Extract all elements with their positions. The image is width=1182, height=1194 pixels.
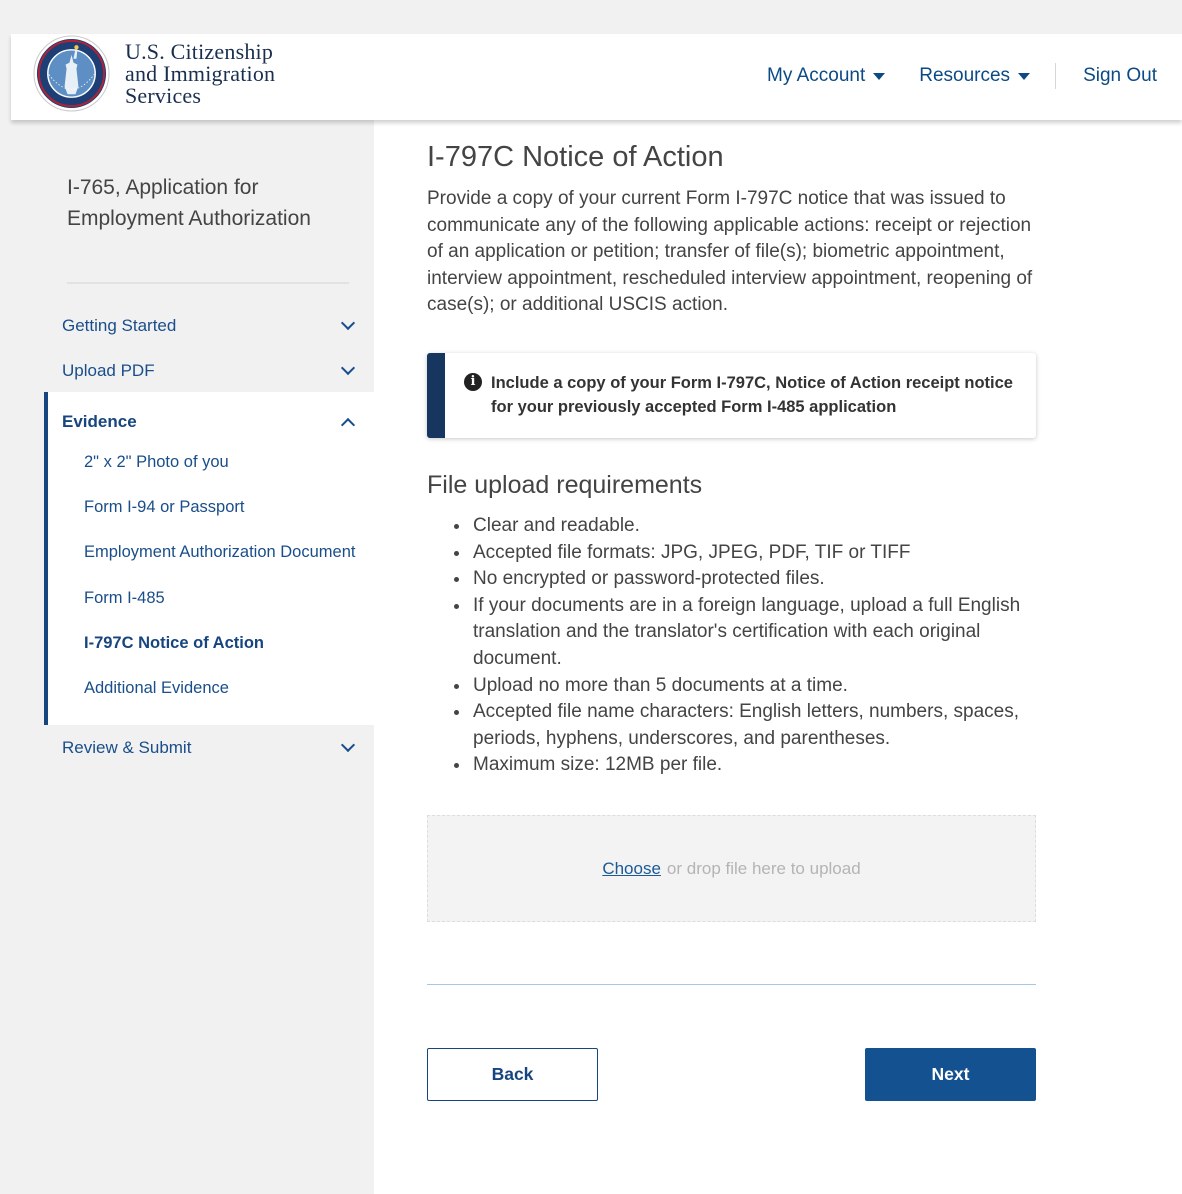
file-dropzone[interactable]: Choose or drop file here to upload xyxy=(427,815,1036,922)
app-frame: U.S. Citizenship and Immigration Service… xyxy=(11,34,1182,1194)
resources-label: Resources xyxy=(919,65,1011,86)
alert-text: Include a copy of your Form I-797C, Noti… xyxy=(491,374,1013,416)
sidebar-subitem-photo[interactable]: 2" x 2" Photo of you xyxy=(84,453,229,472)
sidebar-item-label: Review & Submit xyxy=(62,738,192,757)
list-item: Accepted file formats: JPG, JPEG, PDF, T… xyxy=(471,540,1027,567)
list-item: Maximum size: 12MB per file. xyxy=(471,752,1027,779)
back-button[interactable]: Back xyxy=(427,1048,598,1101)
agency-name-line-1: U.S. Citizenship xyxy=(125,39,274,64)
intro-text: Provide a copy of your current Form I-79… xyxy=(427,188,1033,315)
info-icon: i xyxy=(464,373,482,391)
sidebar-divider xyxy=(67,282,349,284)
sidebar-item-label: Upload PDF xyxy=(62,361,155,380)
requirements-list: Clear and readable. Accepted file format… xyxy=(447,513,1027,779)
sidebar-subitem-ead[interactable]: Employment Authorization Document xyxy=(84,543,355,562)
sign-out-link[interactable]: Sign Out xyxy=(1083,65,1157,87)
sidebar-item-upload-pdf[interactable]: Upload PDF xyxy=(62,358,357,384)
agency-name-line-2: and Immigration xyxy=(125,61,276,86)
chevron-down-icon xyxy=(340,315,356,331)
top-nav: My Account Resources Sign Out xyxy=(767,63,1157,89)
form-title: I-765, Application for Employment Author… xyxy=(67,176,311,230)
sidebar-subitem-additional-evidence[interactable]: Additional Evidence xyxy=(84,679,229,698)
next-button[interactable]: Next xyxy=(865,1048,1036,1101)
list-item: If your documents are in a foreign langu… xyxy=(471,593,1027,673)
choose-file-link[interactable]: Choose xyxy=(602,859,661,879)
content-divider xyxy=(427,984,1036,985)
list-item: No encrypted or password-protected files… xyxy=(471,566,1027,593)
chevron-up-icon xyxy=(340,417,356,433)
chevron-down-icon xyxy=(340,360,356,376)
sidebar-section-evidence: Evidence 2" x 2" Photo of you Form I-94 … xyxy=(44,392,374,725)
caret-down-icon xyxy=(1018,72,1031,80)
agency-wordmark[interactable]: U.S. Citizenship and Immigration Service… xyxy=(125,41,275,107)
sidebar: I-765, Application for Employment Author… xyxy=(11,120,374,1194)
my-account-label: My Account xyxy=(767,65,866,86)
page-title: I-797C Notice of Action xyxy=(427,141,724,173)
sidebar-subitem-i485[interactable]: Form I-485 xyxy=(84,589,165,608)
resources-menu[interactable]: Resources xyxy=(919,65,1031,87)
sidebar-item-label: Getting Started xyxy=(62,316,177,335)
info-alert: i Include a copy of your Form I-797C, No… xyxy=(427,353,1036,438)
sidebar-subitem-i797c[interactable]: I-797C Notice of Action xyxy=(84,634,264,653)
list-item: Clear and readable. xyxy=(471,513,1027,540)
site-header: U.S. Citizenship and Immigration Service… xyxy=(11,34,1182,120)
sidebar-item-evidence[interactable]: Evidence xyxy=(62,409,357,435)
sidebar-item-review-submit[interactable]: Review & Submit xyxy=(62,735,357,761)
dropzone-hint: or drop file here to upload xyxy=(666,858,861,878)
sidebar-item-getting-started[interactable]: Getting Started xyxy=(62,313,357,339)
agency-name-line-3: Services xyxy=(125,83,202,108)
my-account-menu[interactable]: My Account xyxy=(767,65,886,87)
sidebar-subitem-i94-passport[interactable]: Form I-94 or Passport xyxy=(84,498,244,517)
chevron-down-icon xyxy=(340,737,356,753)
nav-divider xyxy=(1055,63,1057,89)
list-item: Accepted file name characters: English l… xyxy=(471,699,1027,752)
requirements-heading: File upload requirements xyxy=(427,471,703,499)
caret-down-icon xyxy=(873,72,886,80)
list-item: Upload no more than 5 documents at a tim… xyxy=(471,673,1027,700)
uscis-seal-icon[interactable] xyxy=(33,35,110,112)
sidebar-item-label: Evidence xyxy=(62,412,137,431)
sign-out-label: Sign Out xyxy=(1083,65,1157,86)
